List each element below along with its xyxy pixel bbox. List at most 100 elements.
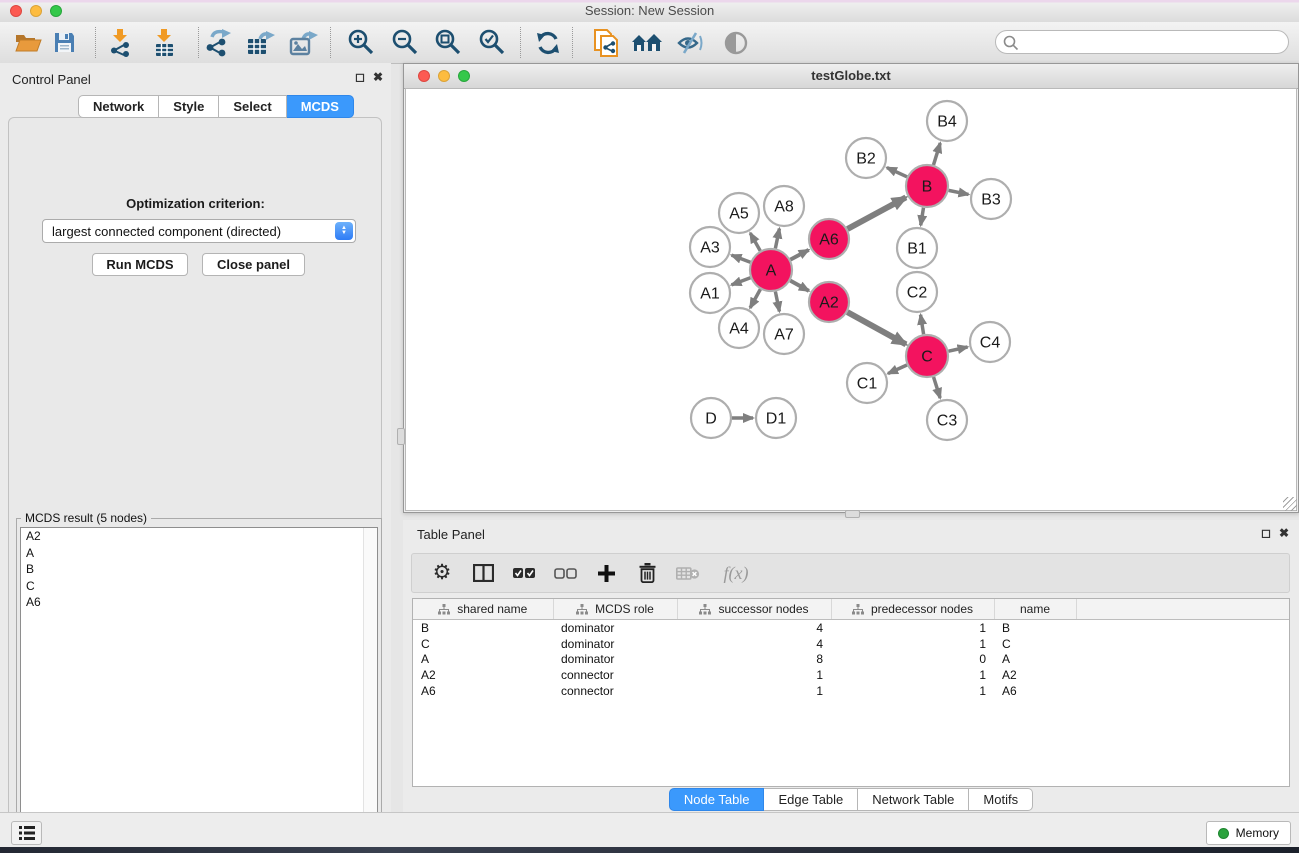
tab-edge-table[interactable]: Edge Table — [764, 788, 858, 811]
zoom-out-button[interactable] — [387, 25, 423, 60]
graph-node-A3[interactable]: A3 — [690, 227, 730, 267]
table-row[interactable]: A6connector11A6 — [413, 683, 1289, 699]
criterion-dropdown[interactable]: largest connected component (directed) ▲… — [42, 219, 356, 243]
mcds-result-item[interactable]: A — [21, 545, 377, 562]
graph-node-A6[interactable]: A6 — [809, 219, 849, 259]
graph-edge-B-B4[interactable] — [933, 143, 940, 165]
split-view-button[interactable] — [471, 560, 495, 586]
table-settings-button[interactable]: ⚙ — [430, 560, 454, 586]
clone-network-button[interactable] — [588, 25, 624, 60]
deselect-all-button[interactable] — [553, 560, 577, 586]
table-row[interactable]: A2connector11A2 — [413, 667, 1289, 683]
graph-node-D[interactable]: D — [691, 398, 731, 438]
export-table-button[interactable] — [243, 25, 279, 60]
mcds-result-item[interactable]: B — [21, 561, 377, 578]
network-window-titlebar[interactable]: testGlobe.txt — [404, 64, 1298, 89]
graph-edge-B-B2[interactable] — [887, 168, 907, 177]
mcds-result-list[interactable]: A2ABCA6 — [20, 527, 378, 853]
zoom-in-button[interactable] — [343, 25, 379, 60]
tab-network-table[interactable]: Network Table — [858, 788, 969, 811]
delete-column-button[interactable] — [635, 560, 659, 586]
function-builder-button[interactable]: f(x) — [717, 560, 755, 586]
graph-node-A5[interactable]: A5 — [719, 193, 759, 233]
import-table-button[interactable] — [148, 25, 184, 60]
graph-node-C3[interactable]: C3 — [927, 400, 967, 440]
mcds-result-item[interactable]: A2 — [21, 528, 377, 545]
graph-edge-B-B1[interactable] — [921, 208, 924, 226]
graph-node-C[interactable]: C — [906, 335, 948, 377]
mcds-result-item[interactable]: A6 — [21, 594, 377, 611]
graph-edge-A-A5[interactable] — [750, 233, 760, 251]
zoom-selected-button[interactable] — [474, 25, 510, 60]
graph-edge-C-C4[interactable] — [948, 347, 967, 351]
graph-node-B3[interactable]: B3 — [971, 179, 1011, 219]
column-header-mcds-role[interactable]: MCDS role — [553, 599, 677, 620]
graph-node-A1[interactable]: A1 — [690, 273, 730, 313]
memory-button[interactable]: Memory — [1206, 821, 1291, 845]
show-panel-button[interactable] — [718, 25, 754, 60]
close-panel-icon[interactable]: ✖ — [373, 70, 383, 84]
tab-mcds[interactable]: MCDS — [287, 95, 354, 118]
table-close-panel-icon[interactable]: ✖ — [1279, 526, 1289, 540]
table-row[interactable]: Adominator80A — [413, 652, 1289, 668]
add-column-button[interactable] — [594, 560, 618, 586]
graph-node-A[interactable]: A — [750, 249, 792, 291]
home-layout-button[interactable] — [629, 25, 665, 60]
hide-panel-button[interactable] — [672, 25, 708, 60]
graph-node-A2[interactable]: A2 — [809, 282, 849, 322]
graph-edge-A-A7[interactable] — [775, 292, 779, 312]
refresh-view-button[interactable] — [530, 25, 566, 60]
graph-edge-A-A3[interactable] — [732, 255, 751, 262]
tab-network[interactable]: Network — [78, 95, 159, 118]
graph-edge-A2-C[interactable] — [847, 312, 906, 344]
table-float-panel-icon[interactable]: ◻ — [1261, 526, 1271, 540]
mcds-result-item[interactable]: C — [21, 578, 377, 595]
table-row[interactable]: Cdominator41C — [413, 636, 1289, 652]
vertical-splitter-handle[interactable] — [397, 428, 405, 445]
graph-node-A4[interactable]: A4 — [719, 308, 759, 348]
float-panel-icon[interactable]: ◻ — [355, 70, 365, 84]
select-all-button[interactable] — [512, 560, 536, 586]
save-session-button[interactable] — [46, 25, 82, 60]
graph-edge-A-A6[interactable] — [790, 250, 808, 260]
graph-node-A7[interactable]: A7 — [764, 314, 804, 354]
tab-style[interactable]: Style — [159, 95, 219, 118]
graph-node-B2[interactable]: B2 — [846, 138, 886, 178]
graph-edge-B-B3[interactable] — [949, 190, 969, 194]
graph-node-B1[interactable]: B1 — [897, 228, 937, 268]
zoom-fit-button[interactable] — [430, 25, 466, 60]
graph-edge-C-C2[interactable] — [921, 315, 924, 335]
column-header-name[interactable]: name — [994, 599, 1076, 620]
graph-edge-A-A4[interactable] — [750, 289, 760, 308]
export-network-button[interactable] — [200, 25, 236, 60]
column-header-successor-nodes[interactable]: successor nodes — [677, 599, 831, 620]
horizontal-splitter-handle[interactable] — [845, 510, 860, 518]
table-row[interactable]: Bdominator41B — [413, 620, 1289, 636]
graph-edge-A-A1[interactable] — [732, 278, 751, 285]
graph-edge-C-C1[interactable] — [888, 365, 907, 374]
run-mcds-button[interactable]: Run MCDS — [92, 253, 188, 276]
export-image-button[interactable] — [286, 25, 322, 60]
graph-edge-A6-B[interactable] — [847, 197, 905, 229]
search-box[interactable] — [995, 30, 1289, 54]
graph-node-C2[interactable]: C2 — [897, 272, 937, 312]
window-resize-grip[interactable] — [1283, 497, 1297, 511]
graph-node-B4[interactable]: B4 — [927, 101, 967, 141]
graph-node-B[interactable]: B — [906, 165, 948, 207]
open-session-button[interactable] — [10, 25, 46, 60]
graph-edge-A-A8[interactable] — [775, 229, 779, 249]
result-list-scrollbar[interactable] — [363, 528, 377, 853]
column-header-predecessor-nodes[interactable]: predecessor nodes — [831, 599, 994, 620]
tab-motifs[interactable]: Motifs — [969, 788, 1033, 811]
column-header-shared-name[interactable]: shared name — [413, 599, 553, 620]
delete-table-button[interactable] — [676, 560, 700, 586]
graph-edge-C-C3[interactable] — [934, 377, 941, 398]
close-panel-button[interactable]: Close panel — [202, 253, 305, 276]
graph-node-C1[interactable]: C1 — [847, 363, 887, 403]
graph-edge-A-A2[interactable] — [790, 281, 809, 291]
task-history-button[interactable] — [11, 821, 42, 845]
import-network-button[interactable] — [104, 25, 140, 60]
graph-node-A8[interactable]: A8 — [764, 186, 804, 226]
tab-select[interactable]: Select — [219, 95, 286, 118]
network-canvas[interactable]: B4B2BB3A8A5A6A3B1AA1C2A2A4A7C4CC1C3DD1 — [405, 88, 1297, 511]
